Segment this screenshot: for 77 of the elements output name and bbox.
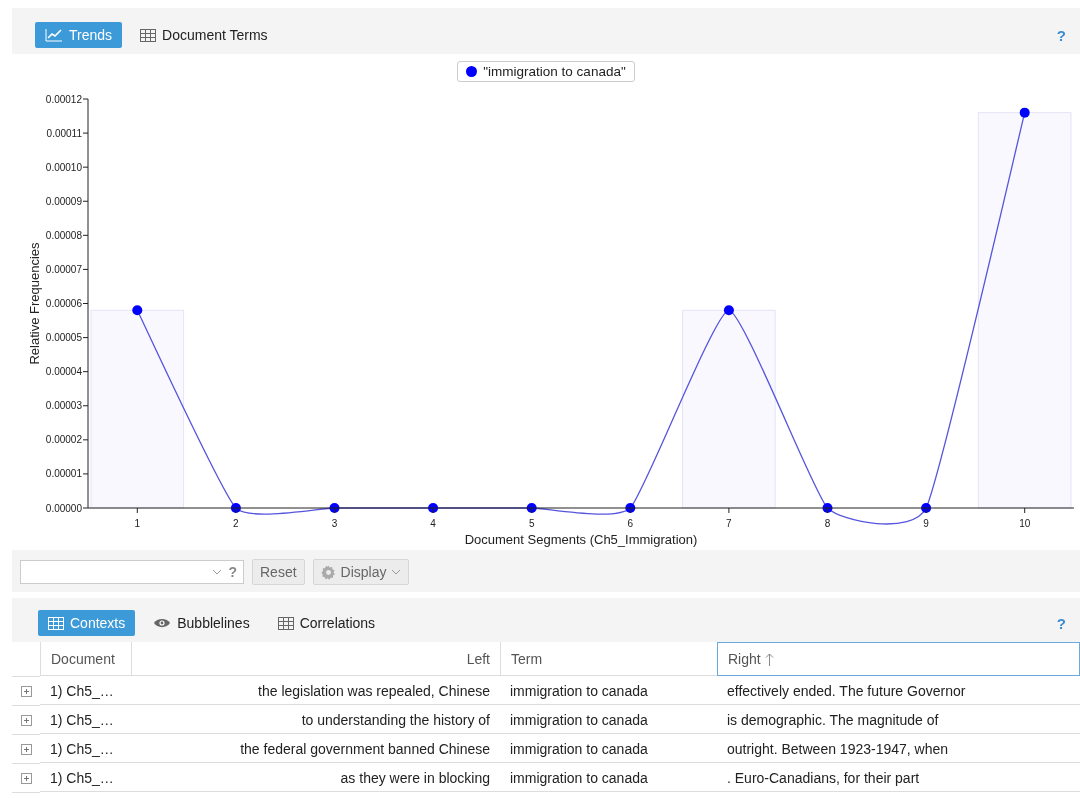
x-tick-label: 5	[528, 518, 535, 529]
help-icon[interactable]: ?	[228, 564, 237, 580]
table-cell: 1) Ch5_…	[40, 735, 131, 763]
x-tick-label: 3	[331, 518, 338, 529]
table-cell: to understanding the history of	[131, 706, 500, 734]
expand-icon[interactable]	[20, 714, 32, 726]
y-tick-label: 0.00005	[45, 332, 82, 344]
table-icon	[48, 616, 64, 630]
y-tick-label: 0.00006	[45, 298, 82, 309]
y-tick-label: 0.00000	[45, 502, 82, 514]
chevron-down-icon	[212, 569, 223, 575]
table-icon	[140, 28, 157, 42]
column-header[interactable]: Left	[131, 642, 500, 676]
line-chart-icon	[45, 28, 63, 42]
table-cell: immigration to canada	[500, 764, 717, 792]
term-combo-field[interactable]: ?	[20, 560, 244, 584]
reset-button[interactable]: Reset	[252, 559, 305, 585]
y-tick-label: 0.00001	[45, 468, 82, 480]
column-header[interactable]: Document	[40, 642, 131, 676]
x-tick-label: 8	[824, 518, 831, 529]
gear-icon	[320, 564, 336, 580]
x-tick-label: 6	[627, 518, 634, 529]
eye-icon	[153, 617, 172, 629]
column-header[interactable]: Term	[500, 642, 717, 676]
data-point	[921, 503, 932, 513]
y-tick-label: 0.00009	[45, 195, 82, 207]
table-cell: immigration to canada	[500, 677, 717, 705]
y-tick-label: 0.00003	[45, 400, 82, 412]
expand-icon[interactable]	[20, 743, 32, 755]
expand-icon[interactable]	[20, 772, 32, 784]
x-tick-label: 4	[430, 518, 436, 529]
display-button[interactable]: Display	[312, 559, 410, 585]
table-cell: . Euro-Canadians, for their part	[717, 764, 1080, 792]
y-axis-title: Relative Frequencies	[27, 242, 42, 365]
y-tick-label: 0.00002	[45, 434, 82, 446]
expand-icon[interactable]	[20, 685, 32, 697]
table-cell: as they were in blocking	[131, 764, 500, 792]
x-tick-label: 10	[1019, 518, 1031, 529]
data-point	[723, 305, 734, 316]
y-tick-label: 0.00008	[45, 229, 82, 241]
x-tick-label: 7	[726, 518, 732, 529]
data-point	[428, 503, 439, 513]
tab[interactable]: Document Terms	[130, 22, 278, 48]
data-point	[132, 305, 143, 316]
table-cell: 1) Ch5_…	[40, 706, 131, 734]
sort-arrow-icon	[764, 652, 774, 666]
legend-label: "immigration to canada"	[483, 64, 626, 79]
table-cell: effectively ended. The future Governor	[717, 677, 1080, 705]
chevron-down-icon	[391, 569, 402, 575]
data-point	[822, 503, 833, 513]
table-cell: is demographic. The magnitude of	[717, 706, 1080, 734]
y-tick-label: 0.00010	[45, 161, 82, 173]
table-cell: outright. Between 1923-1947, when	[717, 735, 1080, 763]
x-tick-label: 9	[923, 518, 929, 529]
data-point	[1019, 107, 1030, 118]
tab[interactable]: Correlations	[267, 610, 386, 636]
data-point	[230, 503, 241, 513]
x-tick-label: 1	[134, 518, 141, 529]
table-cell: immigration to canada	[500, 706, 717, 734]
column-header[interactable]: Right	[717, 642, 1080, 676]
table-cell: the federal government banned Chinese	[131, 735, 500, 763]
legend[interactable]: "immigration to canada"	[457, 61, 635, 82]
x-tick-label: 2	[233, 518, 239, 529]
table-icon	[277, 616, 294, 630]
x-axis-title: Document Segments (Ch5_Immigration)	[464, 532, 698, 547]
data-point	[526, 503, 537, 513]
tab[interactable]: Bubblelines	[143, 610, 260, 636]
y-tick-label: 0.00007	[45, 263, 82, 275]
y-tick-label: 0.00012	[45, 93, 82, 105]
table-cell: immigration to canada	[500, 735, 717, 763]
table-cell: 1) Ch5_…	[40, 677, 131, 705]
y-tick-label: 0.00011	[46, 127, 82, 139]
table-cell: 1) Ch5_…	[40, 764, 131, 792]
data-point	[625, 503, 636, 513]
y-tick-label: 0.00004	[45, 366, 82, 378]
data-point	[329, 503, 340, 513]
table-cell: the legislation was repealed, Chinese	[131, 677, 500, 705]
